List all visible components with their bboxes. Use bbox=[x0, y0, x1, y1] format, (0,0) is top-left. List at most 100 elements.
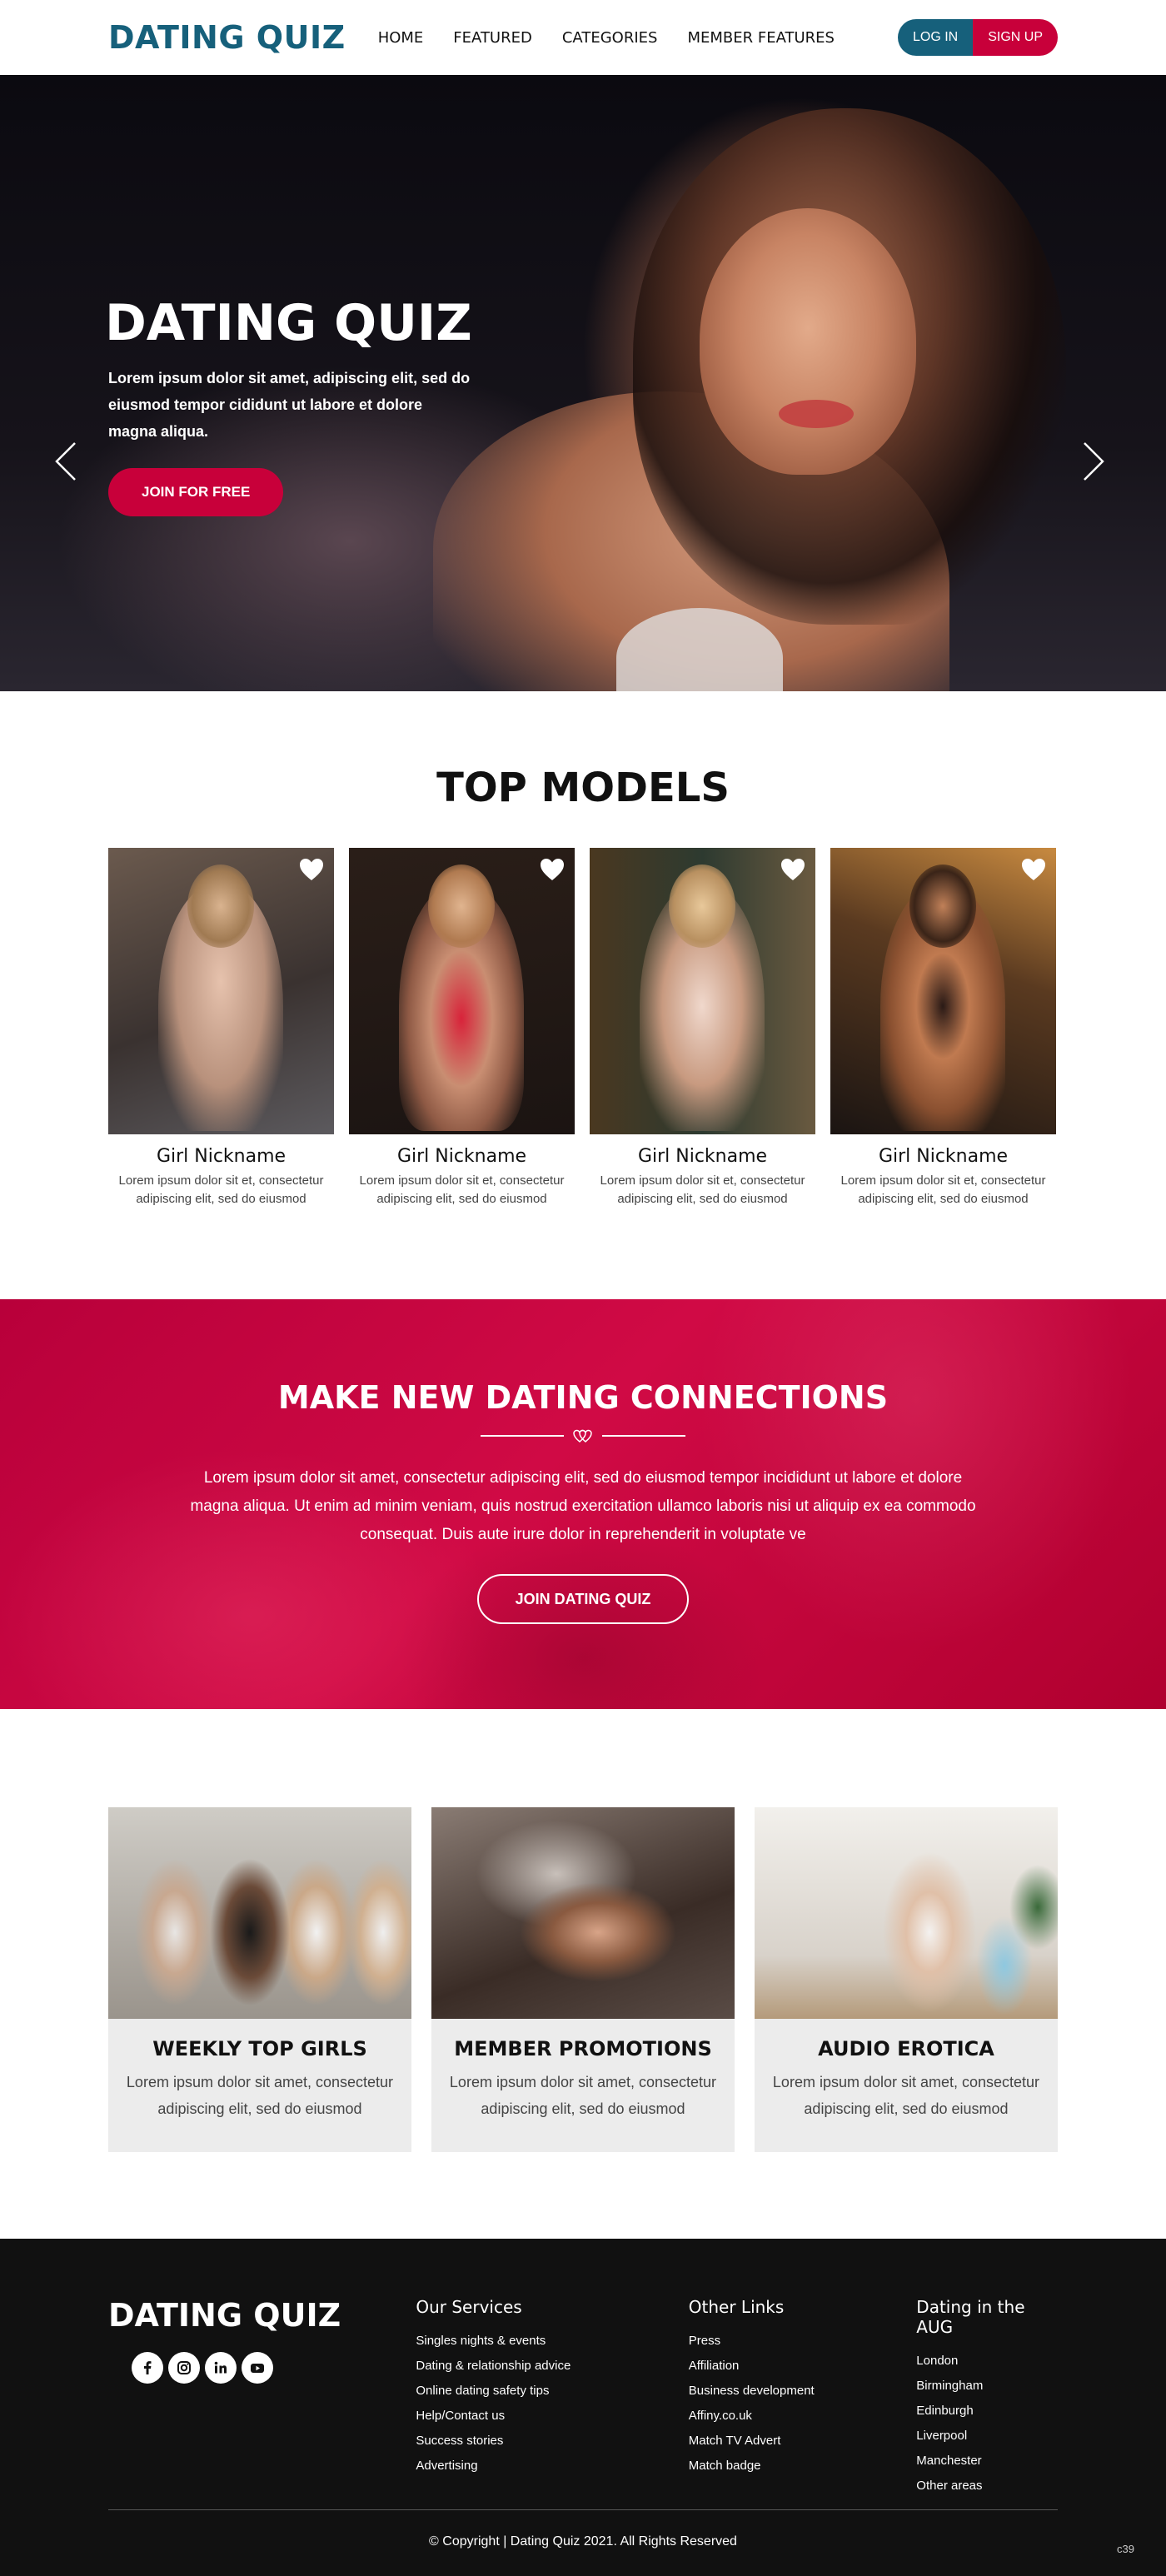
model-photo-head bbox=[187, 864, 254, 948]
heart-icon[interactable] bbox=[299, 858, 324, 881]
footer-link[interactable]: Affiliation bbox=[689, 2354, 917, 2379]
feature-card[interactable]: WEEKLY TOP GIRLS Lorem ipsum dolor sit a… bbox=[108, 1807, 411, 2152]
footer-link[interactable]: Business development bbox=[689, 2379, 917, 2404]
top-models-title: TOP MODELS bbox=[436, 765, 730, 811]
features-section: WEEKLY TOP GIRLS Lorem ipsum dolor sit a… bbox=[0, 1709, 1166, 2239]
hero-content: DATING QUIZ Lorem ipsum dolor sit amet, … bbox=[105, 294, 475, 516]
features-grid: WEEKLY TOP GIRLS Lorem ipsum dolor sit a… bbox=[108, 1807, 1058, 2152]
footer-tag: c39 bbox=[1117, 2543, 1134, 2555]
model-card[interactable]: Girl Nickname Lorem ipsum dolor sit et, … bbox=[108, 848, 334, 1208]
footer-link[interactable]: Match badge bbox=[689, 2454, 917, 2479]
auth-buttons: LOG IN SIGN UP bbox=[897, 19, 1058, 56]
footer-link[interactable]: Dating & relationship advice bbox=[416, 2354, 688, 2379]
footer-link[interactable]: Birmingham bbox=[916, 2374, 1058, 2399]
model-desc: Lorem ipsum dolor sit et, consectetur ad… bbox=[118, 1173, 324, 1206]
model-photo[interactable] bbox=[590, 848, 815, 1134]
footer-link[interactable]: Advertising bbox=[416, 2454, 688, 2479]
hero-slider: DATING QUIZ Lorem ipsum dolor sit amet, … bbox=[0, 75, 1166, 691]
heart-icon[interactable] bbox=[1021, 858, 1046, 881]
model-photo-head bbox=[909, 864, 976, 948]
footer-link[interactable]: Singles nights & events bbox=[416, 2329, 688, 2354]
title-divider bbox=[0, 1428, 1166, 1444]
model-name[interactable]: Girl Nickname bbox=[108, 1146, 334, 1167]
footer-logo[interactable]: DATING QUIZ bbox=[108, 2297, 416, 2334]
model-photo[interactable] bbox=[108, 848, 334, 1134]
hero-title: DATING QUIZ bbox=[105, 294, 472, 352]
models-grid: Girl Nickname Lorem ipsum dolor sit et, … bbox=[108, 848, 1058, 1208]
footer-divider bbox=[108, 2509, 1058, 2510]
footer-link[interactable]: Edinburgh bbox=[916, 2399, 1058, 2424]
model-name[interactable]: Girl Nickname bbox=[590, 1146, 815, 1167]
divider-line bbox=[602, 1435, 685, 1437]
feature-body: AUDIO EROTICA Lorem ipsum dolor sit amet… bbox=[755, 2019, 1058, 2152]
footer-link[interactable]: Success stories bbox=[416, 2429, 688, 2454]
footer-column-services: Our Services Singles nights & events Dat… bbox=[416, 2297, 688, 2499]
hero-text: Lorem ipsum dolor sit amet, adipiscing e… bbox=[108, 370, 471, 440]
feature-photo[interactable] bbox=[431, 1807, 735, 2019]
feature-body: MEMBER PROMOTIONS Lorem ipsum dolor sit … bbox=[431, 2019, 735, 2152]
heart-icon[interactable] bbox=[540, 858, 565, 881]
feature-card[interactable]: AUDIO EROTICA Lorem ipsum dolor sit amet… bbox=[755, 1807, 1058, 2152]
footer-link[interactable]: Liverpool bbox=[916, 2424, 1058, 2449]
divider-line bbox=[481, 1435, 564, 1437]
footer-link[interactable]: Manchester bbox=[916, 2449, 1058, 2474]
model-photo-head bbox=[428, 864, 495, 948]
join-dating-quiz-button[interactable]: JOIN DATING QUIZ bbox=[476, 1574, 690, 1624]
model-name[interactable]: Girl Nickname bbox=[830, 1146, 1056, 1167]
model-name[interactable]: Girl Nickname bbox=[349, 1146, 575, 1167]
connections-text: Lorem ipsum dolor sit amet, consectetur … bbox=[190, 1469, 976, 1543]
footer-link[interactable]: Press bbox=[689, 2329, 917, 2354]
model-desc: Lorem ipsum dolor sit et, consectetur ad… bbox=[359, 1173, 565, 1206]
footer-column-title: Other Links bbox=[688, 2297, 785, 2317]
model-card[interactable]: Girl Nickname Lorem ipsum dolor sit et, … bbox=[830, 848, 1056, 1208]
site-footer: DATING QUIZ Our Services Singles nights … bbox=[0, 2239, 1166, 2576]
social-links bbox=[132, 2352, 416, 2384]
hero-photo-lips bbox=[779, 400, 854, 428]
feature-photo[interactable] bbox=[755, 1807, 1058, 2019]
site-logo[interactable]: DATING QUIZ bbox=[108, 19, 346, 56]
feature-desc: Lorem ipsum dolor sit amet, consectetur … bbox=[449, 2074, 717, 2117]
feature-title[interactable]: WEEKLY TOP GIRLS bbox=[108, 2037, 411, 2060]
feature-title[interactable]: MEMBER PROMOTIONS bbox=[431, 2037, 735, 2060]
model-desc: Lorem ipsum dolor sit et, consectetur ad… bbox=[600, 1173, 805, 1206]
nav-featured[interactable]: FEATURED bbox=[453, 29, 532, 47]
top-models-section: TOP MODELS Girl Nickname Lorem ipsum dol… bbox=[0, 691, 1166, 1299]
model-card[interactable]: Girl Nickname Lorem ipsum dolor sit et, … bbox=[590, 848, 815, 1208]
double-heart-icon bbox=[573, 1429, 592, 1442]
footer-link[interactable]: Affiny.co.uk bbox=[689, 2404, 917, 2429]
feature-title[interactable]: AUDIO EROTICA bbox=[755, 2037, 1058, 2060]
heart-icon[interactable] bbox=[780, 858, 805, 881]
hero-photo-face bbox=[700, 208, 916, 475]
nav-member-features[interactable]: MEMBER FEATURES bbox=[687, 29, 835, 47]
footer-link[interactable]: Help/Contact us bbox=[416, 2404, 688, 2429]
login-button[interactable]: LOG IN bbox=[897, 19, 974, 56]
join-free-button[interactable]: JOIN FOR FREE bbox=[108, 468, 284, 516]
footer-link[interactable]: Other areas bbox=[916, 2474, 1058, 2499]
nav-categories[interactable]: CATEGORIES bbox=[562, 29, 658, 47]
footer-column-title: Our Services bbox=[416, 2297, 522, 2317]
feature-desc: Lorem ipsum dolor sit amet, consectetur … bbox=[126, 2074, 394, 2117]
feature-photo[interactable] bbox=[108, 1807, 411, 2019]
connections-title: MAKE NEW DATING CONNECTIONS bbox=[277, 1379, 889, 1416]
model-card[interactable]: Girl Nickname Lorem ipsum dolor sit et, … bbox=[349, 848, 575, 1208]
nav-home[interactable]: HOME bbox=[378, 29, 424, 47]
model-desc: Lorem ipsum dolor sit et, consectetur ad… bbox=[840, 1173, 1046, 1206]
prev-slide-arrow-icon[interactable] bbox=[53, 441, 78, 481]
instagram-icon[interactable] bbox=[168, 2352, 200, 2384]
footer-link[interactable]: London bbox=[916, 2349, 1058, 2374]
facebook-icon[interactable] bbox=[132, 2352, 163, 2384]
youtube-icon[interactable] bbox=[242, 2352, 273, 2384]
linkedin-icon[interactable] bbox=[205, 2352, 237, 2384]
main-nav: HOME FEATURED CATEGORIES MEMBER FEATURES… bbox=[378, 19, 1058, 56]
site-header: DATING QUIZ HOME FEATURED CATEGORIES MEM… bbox=[0, 0, 1166, 75]
footer-link[interactable]: Match TV Advert bbox=[689, 2429, 917, 2454]
footer-link[interactable]: Online dating safety tips bbox=[416, 2379, 688, 2404]
model-photo-head bbox=[669, 864, 735, 948]
feature-card[interactable]: MEMBER PROMOTIONS Lorem ipsum dolor sit … bbox=[431, 1807, 735, 2152]
model-photo[interactable] bbox=[349, 848, 575, 1134]
copyright-text: © Copyright | Dating Quiz 2021. All Righ… bbox=[429, 2534, 737, 2549]
next-slide-arrow-icon[interactable] bbox=[1081, 441, 1106, 481]
feature-desc: Lorem ipsum dolor sit amet, consectetur … bbox=[772, 2074, 1040, 2117]
model-photo[interactable] bbox=[830, 848, 1056, 1134]
signup-button[interactable]: SIGN UP bbox=[973, 19, 1058, 56]
